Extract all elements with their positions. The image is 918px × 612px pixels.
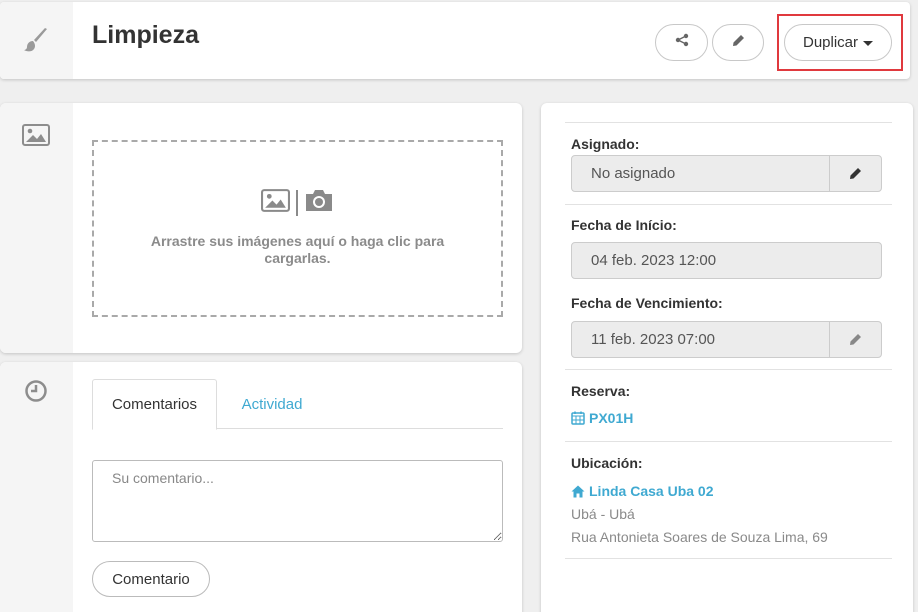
- due-date-label: Fecha de Vencimiento:: [571, 295, 723, 311]
- images-card: Arrastre sus imágenes aquí o haga clic p…: [0, 103, 522, 353]
- tab-actividad[interactable]: Actividad: [227, 379, 317, 429]
- start-date-value: 04 feb. 2023 12:00: [591, 252, 717, 269]
- reservation-link[interactable]: PX01H: [571, 410, 633, 426]
- share-button[interactable]: [655, 24, 708, 61]
- header-gutter: [0, 2, 73, 79]
- reservation-code: PX01H: [589, 410, 634, 426]
- divider: [565, 122, 892, 123]
- divider: [565, 204, 892, 205]
- image-dropzone[interactable]: Arrastre sus imágenes aquí o haga clic p…: [92, 140, 503, 317]
- details-card: Asignado: No asignado Fecha de Início: 0…: [541, 103, 913, 612]
- comment-tabs: Comentarios Actividad: [92, 379, 503, 430]
- divider: [565, 558, 892, 559]
- pencil-icon: [732, 34, 745, 52]
- camera-icon: [304, 188, 334, 218]
- assigned-label: Asignado:: [571, 136, 640, 152]
- dropzone-icons: [94, 188, 501, 218]
- clock-icon: [22, 377, 50, 405]
- comments-card: Comentarios Actividad Comentario: [0, 362, 522, 612]
- highlight-box: [777, 14, 903, 71]
- task-header: Limpieza Duplicar: [0, 2, 910, 79]
- divider: [565, 369, 892, 370]
- due-date-value: 11 feb. 2023 07:00: [591, 331, 715, 348]
- calendar-icon: [571, 411, 585, 425]
- assigned-edit-button[interactable]: [829, 155, 881, 192]
- image-icon: [22, 121, 50, 149]
- image-icon: [261, 189, 290, 217]
- comment-input[interactable]: [92, 460, 503, 542]
- tab-comentarios[interactable]: Comentarios: [92, 379, 217, 430]
- location-city: Ubá - Ubá: [571, 506, 635, 522]
- start-date-field[interactable]: 04 feb. 2023 12:00: [571, 242, 882, 279]
- share-icon: [675, 33, 689, 52]
- home-icon: [571, 485, 585, 497]
- assigned-value: No asignado: [591, 165, 676, 182]
- property-name: Linda Casa Uba 02: [589, 483, 714, 499]
- pencil-icon: [850, 334, 861, 345]
- due-date-edit-button[interactable]: [829, 321, 881, 358]
- location-label: Ubicación:: [571, 455, 643, 471]
- due-date-field[interactable]: 11 feb. 2023 07:00: [571, 321, 882, 358]
- images-gutter: [0, 103, 73, 353]
- comments-gutter: [0, 362, 73, 612]
- pencil-icon: [850, 168, 861, 179]
- reservation-label: Reserva:: [571, 383, 631, 399]
- comment-submit-button[interactable]: Comentario: [92, 561, 210, 597]
- location-address: Rua Antonieta Soares de Souza Lima, 69: [571, 529, 828, 545]
- edit-button[interactable]: [712, 24, 764, 61]
- page-title: Limpieza: [92, 21, 199, 49]
- assigned-field[interactable]: No asignado: [571, 155, 882, 192]
- property-link[interactable]: Linda Casa Uba 02: [571, 483, 714, 499]
- dropzone-separator: [296, 190, 298, 216]
- paintbrush-icon: [22, 26, 50, 54]
- dropzone-text: Arrastre sus imágenes aquí o haga clic p…: [150, 233, 445, 266]
- divider: [565, 441, 892, 442]
- start-date-label: Fecha de Início:: [571, 217, 677, 233]
